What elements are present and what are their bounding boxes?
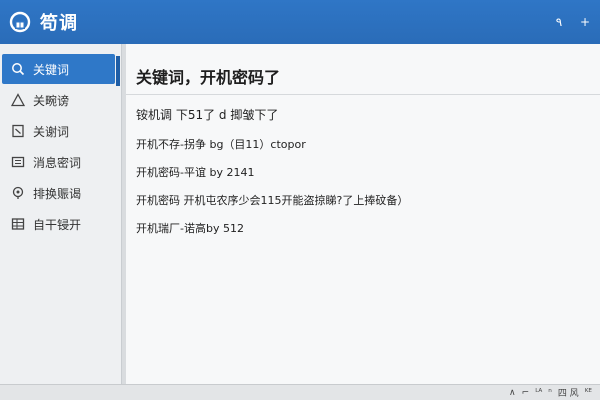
main-panel: 关键词，开机密码了 铵机调 下51了 d 揤皱下了 开机不存-拐争 bg（目11… <box>126 44 600 384</box>
list-item: 开机不存-拐争 bg（目11）ctopor <box>136 138 306 151</box>
app-header: 笱调 ٩ + <box>0 0 600 44</box>
app-logo-icon <box>8 10 32 34</box>
sidebar-item-label: 消息密词 <box>33 155 82 170</box>
sidebar-item-4[interactable]: 消息密词 <box>2 147 115 177</box>
location-icon <box>10 185 26 201</box>
active-indicator <box>116 56 120 86</box>
tray-item[interactable]: ⁿ <box>548 388 552 398</box>
sidebar-item-label: 关畹谤 <box>33 93 70 108</box>
tray-item[interactable]: 四 风 <box>558 386 579 399</box>
search-icon[interactable]: ٩ <box>548 11 570 33</box>
sidebar-item-keywords[interactable]: 关键词 <box>2 54 115 84</box>
list-item: 铵机调 下51了 d 揤皱下了 <box>136 107 279 122</box>
content-list: 铵机调 下51了 d 揤皱下了 开机不存-拐争 bg（目11）ctopor 开机… <box>136 100 408 242</box>
sidebar-item-6[interactable]: 自干锓开 <box>2 209 115 239</box>
title-divider <box>126 94 600 95</box>
document-icon <box>10 123 26 139</box>
tray-item[interactable]: ⌐ <box>522 388 530 398</box>
sidebar-item-label: 排换赈谒 <box>33 186 82 201</box>
sidebar-item-2[interactable]: 关畹谤 <box>2 85 115 115</box>
list-item: 开机密码 开机屯农序少会115开能盗掠睇?了上捧砇备） <box>136 194 409 207</box>
tray-item[interactable]: ᴸᴬ <box>535 388 542 398</box>
list-item: 开机瑞厂-诺高by 512 <box>136 222 244 235</box>
page-title: 关键词，开机密码了 <box>136 68 281 87</box>
tray-chevron-icon[interactable]: ∧ <box>509 388 516 398</box>
sidebar-item-label: 自干锓开 <box>33 217 82 232</box>
taskbar: ∧ ⌐ ᴸᴬ ⁿ 四 风 ᴷᴱ <box>0 384 600 400</box>
sidebar-item-label: 关谢词 <box>33 124 70 139</box>
tray-item[interactable]: ᴷᴱ <box>585 388 592 398</box>
sidebar: 关键词 关畹谤 关谢词 消息密词 排换赈谒 自干锓开 <box>0 44 122 400</box>
sidebar-item-5[interactable]: 排换赈谒 <box>2 178 115 208</box>
table-icon <box>10 216 26 232</box>
message-icon <box>10 154 26 170</box>
sidebar-item-label: 关键词 <box>33 62 70 77</box>
header-actions: ٩ + <box>548 0 600 44</box>
search-icon <box>10 61 26 77</box>
list-item: 开机密码-平谊 by 2141 <box>136 166 255 179</box>
sidebar-item-3[interactable]: 关谢词 <box>2 116 115 146</box>
warning-icon <box>10 92 26 108</box>
plus-icon[interactable]: + <box>574 11 596 33</box>
app-title: 笱调 <box>40 13 78 34</box>
